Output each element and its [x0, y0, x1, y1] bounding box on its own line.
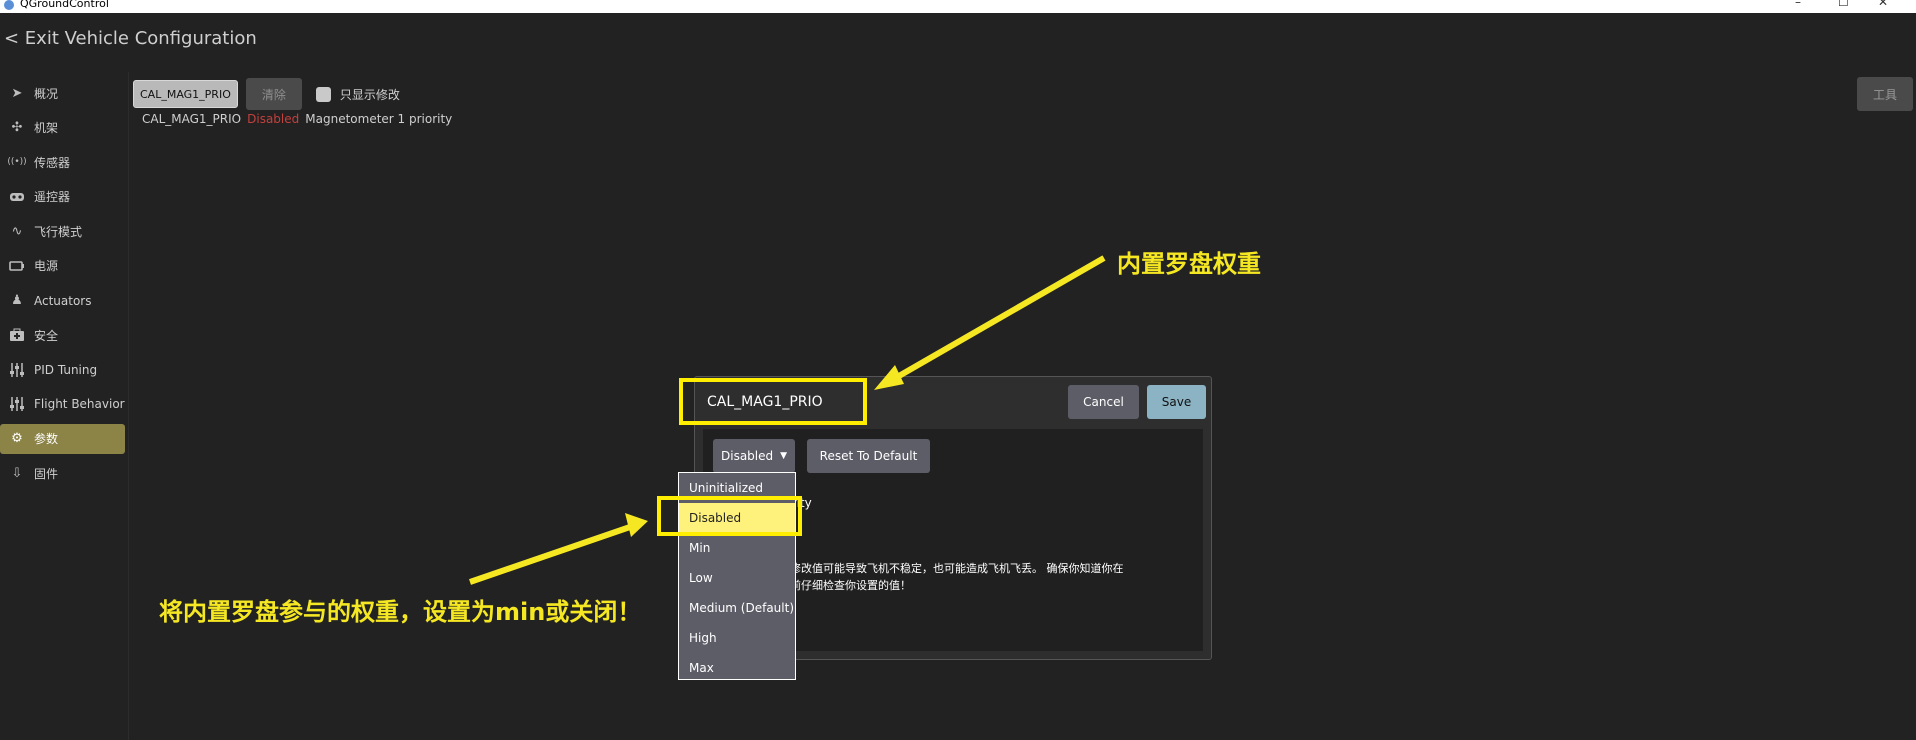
sidebar-item-pid-tuning[interactable]: PID Tuning	[0, 355, 125, 385]
wave-icon: ∿	[11, 223, 23, 239]
value-select-label: Disabled	[721, 449, 774, 463]
param-value: Disabled	[247, 112, 300, 126]
highlight-box-title	[679, 378, 867, 425]
exit-vehicle-configuration-link[interactable]: < Exit Vehicle Configuration	[4, 28, 257, 49]
dropdown-option[interactable]: Low	[679, 563, 795, 593]
sidebar-item-label: 电源	[34, 259, 59, 274]
sidebar-item-label: 参数	[34, 432, 59, 447]
sliders-icon	[8, 397, 26, 412]
param-row[interactable]: CAL_MAG1_PRIO Disabled Magnetometer 1 prio…	[142, 112, 452, 126]
sidebar-item-summary[interactable]: ➤ 概况	[0, 78, 125, 108]
close-icon[interactable]: ✕	[1878, 0, 1888, 8]
arrow-to-title	[874, 255, 1106, 390]
sidebar-item-label: Actuators	[34, 293, 92, 308]
param-name: CAL_MAG1_PRIO	[142, 112, 242, 126]
paper-plane-icon: ➤	[11, 85, 23, 101]
tools-button[interactable]: 工具	[1857, 77, 1913, 111]
radio-waves-icon: ((•))	[7, 157, 27, 168]
dropdown-option[interactable]: Max	[679, 653, 795, 683]
sidebar-item-flight-modes[interactable]: ∿ 飞行模式	[0, 216, 125, 246]
window-title: QGroundControl	[20, 0, 109, 10]
clear-button[interactable]: 清除	[245, 78, 302, 110]
minimize-icon[interactable]: –	[1795, 0, 1801, 8]
annotation-compass-weight: 内置罗盘权重	[1117, 250, 1261, 278]
cancel-button[interactable]: Cancel	[1068, 385, 1139, 419]
airframe-icon: ✣	[11, 120, 23, 136]
dropdown-option[interactable]: Min	[679, 533, 795, 563]
reset-to-default-button[interactable]: Reset To Default	[807, 439, 930, 473]
download-icon: ⇩	[11, 466, 23, 482]
sidebar-item-label: 安全	[34, 328, 59, 343]
sidebar-item-parameters[interactable]: ⚙ 参数	[0, 423, 125, 454]
sidebar-item-label: PID Tuning	[34, 362, 98, 377]
sidebar-item-airframe[interactable]: ✣ 机架	[0, 113, 125, 143]
sidebar-divider	[128, 72, 129, 740]
sidebar-item-label: 固件	[34, 467, 59, 482]
window-titlebar: QGroundControl – ☐ ✕	[0, 0, 1916, 13]
show-modified-label: 只显示修改	[339, 87, 400, 102]
medkit-icon	[8, 328, 26, 342]
gamepad-icon	[8, 190, 26, 204]
app-logo-icon	[4, 0, 14, 10]
warning-text: 飞行时修改值可能导致飞机不稳定，也可能造成飞机飞丢。 确保你知道你在 保存之前仔…	[757, 562, 1124, 592]
sidebar-item-flight-behavior[interactable]: Flight Behavior	[0, 389, 125, 419]
dropdown-option[interactable]: High	[679, 623, 795, 653]
show-modified-checkbox[interactable]	[315, 86, 331, 102]
sidebar-item-label: 传感器	[34, 155, 71, 170]
value-select[interactable]: Disabled ▼	[713, 439, 795, 473]
param-description: Magnetometer 1 priority	[305, 112, 453, 126]
arrow-to-option	[469, 513, 648, 585]
sidebar-item-label: Flight Behavior	[34, 397, 125, 412]
sidebar: ➤ 概况 ✣ 机架 ((•)) 传感器 遥控器 ∿ 飞行模式 电源 ♟ Actu…	[0, 78, 125, 493]
sidebar-item-label: 飞行模式	[34, 224, 83, 239]
sliders-icon	[8, 362, 26, 377]
sidebar-item-power[interactable]: 电源	[0, 251, 125, 281]
sidebar-item-label: 概况	[34, 86, 59, 101]
param-toolbar: CAL_MAG1_PRIO 清除 只显示修改	[133, 78, 400, 110]
param-search-input[interactable]: CAL_MAG1_PRIO	[133, 80, 238, 108]
sidebar-item-firmware[interactable]: ⇩ 固件	[0, 459, 125, 489]
sidebar-item-safety[interactable]: 安全	[0, 320, 125, 350]
gears-icon: ⚙	[11, 431, 23, 447]
battery-icon	[8, 259, 26, 273]
annotation-set-min-or-off: 将内置罗盘参与的权重，设置为min或关闭！	[159, 598, 642, 626]
save-button[interactable]: Save	[1147, 385, 1206, 419]
maximize-icon[interactable]: ☐	[1838, 0, 1849, 8]
dropdown-option[interactable]: Medium (Default)	[679, 593, 795, 623]
highlight-box-option	[657, 496, 802, 536]
sidebar-item-label: 机架	[34, 121, 59, 136]
sidebar-item-actuators[interactable]: ♟ Actuators	[0, 286, 125, 316]
sidebar-item-radio[interactable]: 遥控器	[0, 182, 125, 212]
sidebar-item-sensors[interactable]: ((•)) 传感器	[0, 147, 125, 177]
chevron-down-icon: ▼	[780, 451, 788, 461]
actuator-icon: ♟	[11, 293, 23, 309]
sidebar-item-label: 遥控器	[34, 190, 71, 205]
